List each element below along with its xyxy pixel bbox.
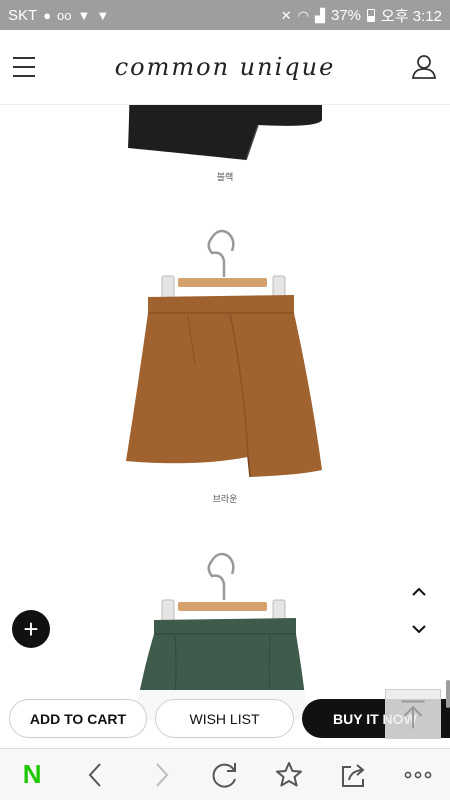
browser-nav-bar: N [0, 748, 450, 800]
product-caption: 브라운 [212, 494, 238, 504]
more-icon[interactable] [398, 755, 438, 795]
battery-icon [367, 8, 376, 22]
chevron-down-icon[interactable] [406, 616, 432, 642]
signal-icon: ▟ [315, 7, 325, 23]
site-logo[interactable]: common unique [115, 53, 336, 81]
product-detail-content: 블랙 브라운 [0, 30, 450, 720]
hamburger-menu-icon[interactable] [13, 57, 35, 77]
chevron-up-icon[interactable] [406, 579, 432, 605]
forward-icon[interactable] [141, 755, 181, 795]
site-header: common unique [0, 30, 450, 105]
mute-icon: ✕ [280, 7, 292, 23]
purchase-action-bar: ADD TO CART WISH LIST BUY IT NOW [0, 690, 450, 748]
wish-list-button[interactable]: WISH LIST [155, 699, 294, 738]
wifi-icon: ◠ [297, 7, 309, 23]
star-icon[interactable] [269, 755, 309, 795]
product-image-brown [126, 229, 322, 478]
twitter-icon: ▼ [96, 7, 110, 23]
user-icon[interactable] [410, 52, 438, 80]
naver-home-button[interactable]: N [12, 755, 52, 795]
share-icon[interactable] [334, 755, 374, 795]
clock: 오후 3:12 [381, 7, 442, 25]
product-caption: 블랙 [216, 172, 234, 182]
battery-percent: 37% [331, 6, 362, 24]
carrier-label: SKT [8, 6, 38, 24]
naver-logo: N [22, 759, 42, 789]
back-icon[interactable] [76, 755, 116, 795]
glasses-icon: oo [57, 7, 72, 23]
scrollbar[interactable] [446, 680, 450, 708]
twitter-icon: ▼ [77, 7, 91, 23]
add-to-cart-button[interactable]: ADD TO CART [9, 699, 147, 738]
plus-icon[interactable]: + [12, 610, 50, 648]
notification-icon: ● [43, 7, 52, 23]
refresh-icon[interactable] [205, 755, 245, 795]
status-bar: SKT ● oo ▼ ▼ ✕ ◠ ▟ 37% 오후 3:12 [0, 0, 450, 30]
arrow-up-to-top-icon[interactable] [385, 689, 441, 739]
app-frame: SKT ● oo ▼ ▼ ✕ ◠ ▟ 37% 오후 3:12 블랙 브라운 co… [0, 0, 450, 800]
